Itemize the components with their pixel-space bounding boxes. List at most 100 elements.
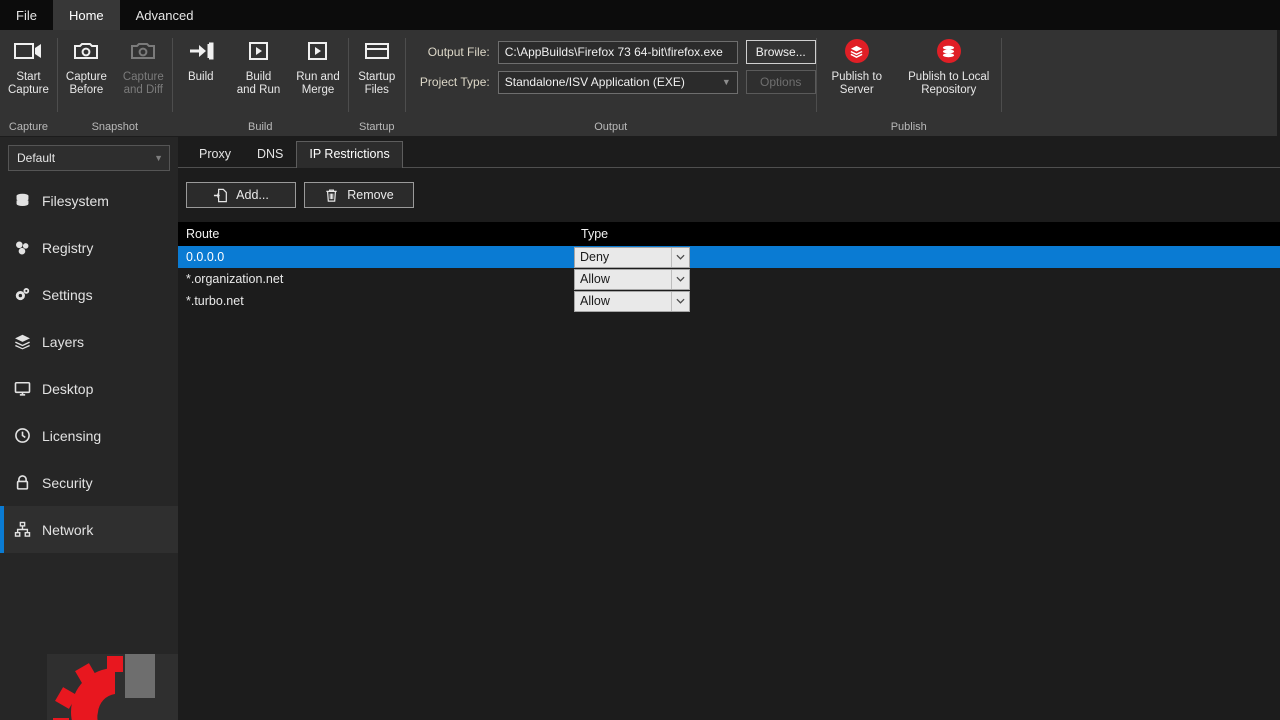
build-arrow-icon	[188, 36, 214, 66]
sidebar-item-filesystem[interactable]: Filesystem	[0, 177, 178, 224]
sidebar-item-licensing[interactable]: Licensing	[0, 412, 178, 459]
remove-button[interactable]: Remove	[304, 182, 414, 208]
chevron-down-icon[interactable]	[671, 247, 689, 267]
package-upload-icon	[844, 36, 869, 66]
content-panel: Proxy DNS IP Restrictions Add... Remove …	[178, 137, 1280, 720]
sidebar-item-desktop[interactable]: Desktop	[0, 365, 178, 412]
publish-to-server-label: Publish to Server	[831, 71, 882, 96]
build-button[interactable]: Build	[173, 30, 229, 84]
lock-icon	[14, 474, 42, 491]
tab-proxy[interactable]: Proxy	[186, 141, 244, 167]
profile-select-value: Default	[17, 151, 56, 165]
publish-to-local-repository-button[interactable]: Publish to Local Repository	[897, 30, 1001, 97]
table-row[interactable]: 0.0.0.0 Deny	[178, 246, 1280, 268]
ribbon-group-snapshot: Capture Before Capture and Diff Snapshot	[58, 30, 172, 136]
database-icon	[14, 192, 42, 209]
sidebar-item-settings[interactable]: Settings	[0, 271, 178, 318]
menu-tab-file[interactable]: File	[0, 0, 53, 30]
registry-icon	[14, 239, 42, 256]
application-window: File Home Advanced Start Capture Capture…	[0, 0, 1280, 720]
output-file-label: Output File:	[427, 45, 490, 59]
chevron-down-icon: ▼	[154, 153, 163, 163]
cell-type: Allow	[574, 290, 1280, 312]
ribbon-group-label-capture: Capture	[8, 121, 49, 133]
add-button[interactable]: Add...	[186, 182, 296, 208]
chevron-down-icon: ▼	[721, 77, 731, 87]
monitor-icon	[14, 380, 42, 397]
ribbon-group-label-build: Build	[248, 121, 273, 133]
build-and-run-label: Build and Run	[236, 71, 281, 96]
ribbon-group-label-publish: Publish	[890, 121, 927, 133]
ribbon-separator	[1000, 38, 1002, 112]
sidebar-item-registry[interactable]: Registry	[0, 224, 178, 271]
output-file-input[interactable]: C:\AppBuilds\Firefox 73 64-bit\firefox.e…	[497, 40, 738, 64]
sidebar-item-label: Layers	[42, 333, 85, 350]
type-select[interactable]: Allow	[574, 268, 690, 290]
menu-bar: File Home Advanced	[0, 0, 1280, 30]
clock-icon	[14, 427, 42, 444]
publish-to-server-button[interactable]: Publish to Server	[817, 30, 897, 97]
cell-route: *.organization.net	[186, 272, 284, 286]
ribbon-group-capture: Start Capture Capture	[0, 30, 57, 136]
startup-files-label: Startup Files	[358, 71, 396, 96]
sidebar-item-label: Registry	[42, 239, 94, 256]
run-and-merge-button[interactable]: Run and Merge	[288, 30, 347, 97]
project-type-label: Project Type:	[419, 75, 490, 89]
content-tabstrip: Proxy DNS IP Restrictions	[178, 137, 1280, 168]
sidebar: Default ▼ Filesystem Registry Settings L…	[0, 137, 183, 720]
play-square-icon	[307, 36, 329, 66]
ribbon-toolbar: Start Capture Capture Capture Before Cap…	[0, 30, 1277, 136]
capture-and-diff-button[interactable]: Capture and Diff	[115, 30, 172, 97]
sidebar-item-label: Settings	[42, 286, 93, 303]
start-capture-label: Start Capture	[8, 71, 49, 96]
capture-before-label: Capture Before	[65, 71, 107, 96]
cell-route: *.turbo.net	[186, 294, 244, 308]
start-capture-button[interactable]: Start Capture	[0, 30, 57, 97]
gears-icon	[14, 286, 42, 303]
sidebar-item-label: Filesystem	[42, 192, 109, 209]
cell-type: Deny	[574, 246, 1280, 268]
remove-button-label: Remove	[347, 188, 394, 202]
camera-icon	[130, 36, 156, 66]
profile-select[interactable]: Default ▼	[8, 145, 170, 171]
type-select[interactable]: Allow	[574, 290, 690, 312]
window-icon	[364, 36, 390, 66]
column-header-type[interactable]: Type	[574, 227, 1280, 241]
capture-and-diff-label: Capture and Diff	[122, 71, 164, 96]
capture-before-button[interactable]: Capture Before	[58, 30, 115, 97]
table-row[interactable]: *.organization.net Allow	[178, 268, 1280, 290]
chevron-down-icon[interactable]	[671, 269, 689, 289]
menu-tab-advanced[interactable]: Advanced	[120, 0, 210, 30]
table-row[interactable]: *.turbo.net Allow	[178, 290, 1280, 312]
trash-icon	[324, 188, 339, 203]
sidebar-item-security[interactable]: Security	[0, 459, 178, 506]
startup-files-button[interactable]: Startup Files	[349, 30, 405, 97]
type-select-value: Deny	[580, 250, 610, 264]
play-square-icon	[248, 36, 270, 66]
ribbon-group-build: Build Build and Run Run and Merge Build	[173, 30, 348, 136]
menu-tab-home[interactable]: Home	[52, 0, 120, 30]
type-select[interactable]: Deny	[574, 246, 690, 268]
column-header-route[interactable]: Route	[178, 227, 574, 241]
tab-ip-restrictions[interactable]: IP Restrictions	[296, 141, 403, 168]
ribbon-group-label-startup: Startup	[359, 121, 395, 133]
network-icon	[14, 521, 42, 538]
type-select-value: Allow	[580, 272, 610, 286]
ribbon-group-publish: Publish to Server Publish to Local Repos…	[817, 30, 1001, 136]
cell-route: 0.0.0.0	[186, 250, 225, 264]
tab-dns[interactable]: DNS	[244, 141, 296, 167]
options-button[interactable]: Options	[745, 70, 816, 94]
sidebar-item-network[interactable]: Network	[0, 506, 178, 553]
sidebar-item-label: Network	[42, 521, 94, 538]
browse-button[interactable]: Browse...	[745, 40, 816, 64]
project-type-select[interactable]: Standalone/ISV Application (EXE) ▼	[497, 70, 738, 94]
database-icon	[936, 36, 961, 66]
run-and-merge-label: Run and Merge	[296, 71, 340, 96]
sidebar-item-layers[interactable]: Layers	[0, 318, 178, 365]
ribbon-group-label-output: Output	[594, 121, 628, 133]
build-and-run-button[interactable]: Build and Run	[229, 30, 288, 97]
sidebar-item-label: Desktop	[42, 380, 94, 397]
add-button-label: Add...	[236, 188, 269, 202]
sidebar-item-label: Security	[42, 474, 93, 491]
chevron-down-icon[interactable]	[671, 291, 689, 311]
